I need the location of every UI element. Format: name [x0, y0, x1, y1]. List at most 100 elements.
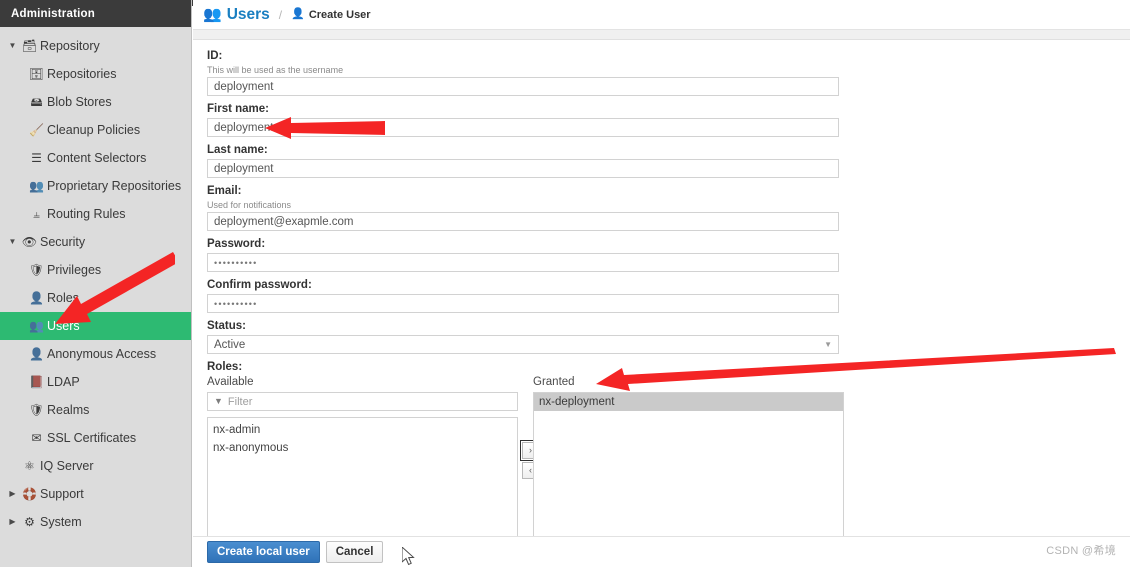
sidebar-item-realms[interactable]: 🛡 Realms [0, 396, 191, 424]
sidebar-item-label: Users [47, 319, 80, 333]
roles-filter-placeholder: Filter [227, 395, 253, 408]
sidebar-item-system[interactable]: ▶ ⚙ System [0, 508, 191, 536]
roles-label: Roles: [207, 361, 243, 373]
sidebar-item-blob-stores[interactable]: 🖴 Blob Stores [0, 88, 191, 116]
chevron-down-icon: ▼ [8, 237, 17, 246]
watermark: CSDN @希境 [1046, 545, 1116, 557]
form-fields: ID: This will be used as the username depl… [207, 50, 1130, 313]
chevron-right-icon: ▶ [9, 489, 16, 498]
funnel-icon: ▼ [214, 396, 223, 406]
sidebar-item-label: Blob Stores [47, 95, 112, 109]
list-item[interactable]: nx-deployment [534, 393, 843, 411]
form-footer: Create local user Cancel CSDN @希境 [193, 536, 1130, 567]
sidebar-item-label: IQ Server [40, 459, 94, 473]
field-input-password[interactable]: •••••••••• [207, 253, 839, 272]
field-label-4: Password: [207, 238, 266, 250]
sidebar-item-label: Privileges [47, 263, 102, 277]
privileges-icon: 🛡 [28, 263, 45, 277]
security-eye-icon: 👁 [21, 235, 38, 249]
granted-column: Granted nx-deployment [533, 376, 844, 562]
users-icon: 👥 [29, 319, 44, 333]
field-label-0: ID: [207, 50, 223, 62]
sidebar-item-label: Routing Rules [47, 207, 126, 221]
sidebar-item-label: SSL Certificates [47, 431, 137, 445]
field-input-id[interactable]: deployment [207, 77, 839, 96]
sidebar-item-label: Support [40, 487, 84, 501]
database-icon: 🗃 [21, 39, 38, 53]
breadcrumb-current: Create User [308, 8, 371, 21]
sidebar-item-proprietary-repositories[interactable]: 👥 Proprietary Repositories [0, 172, 191, 200]
sidebar-item-content-selectors[interactable]: ☰ Content Selectors [0, 144, 191, 172]
toolbar-strip [193, 30, 1130, 40]
sidebar-item-label: Cleanup Policies [47, 123, 141, 137]
sidebar-item-label: Roles [47, 291, 79, 305]
chevron-right-icon: ▶ [9, 517, 16, 526]
field-label-3: Email: [207, 185, 242, 197]
field-label-5: Confirm password: [207, 279, 312, 291]
sidebar-item-support[interactable]: ▶ 🛟 Support [0, 480, 191, 508]
create-user-icon: 👤 [291, 8, 305, 20]
sidebar-item-label: Repositories [47, 67, 117, 81]
list-item[interactable]: nx-admin [208, 421, 517, 439]
sidebar-item-repository[interactable]: ▼ 🗃 Repository [0, 32, 191, 60]
available-label: Available [207, 376, 254, 388]
sidebar-item-label: Anonymous Access [47, 347, 157, 361]
sidebar-item-label: System [40, 515, 82, 529]
create-local-user-button[interactable]: Create local user [207, 541, 320, 563]
create-user-form: ID: This will be used as the username depl… [193, 40, 1130, 567]
app-root: Administration ▼ 🗃 Repository 🗄 Repositories… [0, 0, 1130, 567]
cancel-button[interactable]: Cancel [325, 541, 384, 563]
sidebar-item-label: Proprietary Repositories [47, 179, 182, 193]
breadcrumb-separator: / [278, 7, 283, 22]
users-icon: 👥 [203, 6, 222, 23]
field-label-2: Last name: [207, 144, 268, 156]
granted-label: Granted [533, 376, 575, 388]
sidebar-item-repositories[interactable]: 🗄 Repositories [0, 60, 191, 88]
status-select[interactable]: Active ▼ [207, 335, 839, 354]
field-input-last-name[interactable]: deployment [207, 159, 839, 178]
field-hint-0: This will be used as the username [207, 65, 344, 75]
field-label-1: First name: [207, 103, 269, 115]
chevron-down-icon: ▼ [824, 339, 832, 349]
sidebar-item-roles[interactable]: 👤 Roles [0, 284, 191, 312]
available-column: Available ▼ Filter nx-admin nx-anonymous [207, 376, 518, 563]
content-panel: 👥 Users / 👤 Create User ID: This will be … [193, 0, 1130, 567]
sidebar: Administration ▼ 🗃 Repository 🗄 Repositories… [0, 0, 192, 567]
sidebar-item-routing-rules[interactable]: ⫨ Routing Rules [0, 200, 191, 228]
field-input-email[interactable]: deployment@exapmle.com [207, 212, 839, 231]
layers-icon: ☰ [31, 151, 42, 165]
roles-filter-input[interactable]: ▼ Filter [207, 392, 518, 411]
list-item[interactable]: nx-anonymous [208, 439, 517, 457]
sidebar-item-label: LDAP [47, 375, 80, 389]
field-input-first-name[interactable]: deployment [207, 118, 839, 137]
anonymous-user-icon: 👤 [29, 347, 44, 361]
sidebar-header: Administration [0, 0, 191, 27]
sidebar-item-anonymous-access[interactable]: 👤 Anonymous Access [0, 340, 191, 368]
broom-icon: 🧹 [29, 123, 44, 137]
status-value: Active [214, 338, 246, 351]
ldap-icon: 📕 [29, 375, 44, 389]
signpost-icon: ⫨ [33, 207, 40, 221]
sidebar-item-label: Content Selectors [47, 151, 147, 165]
sidebar-item-label: Repository [40, 39, 100, 53]
breadcrumb-title[interactable]: Users [227, 6, 270, 24]
sidebar-item-label: Security [40, 235, 86, 249]
sidebar-item-label: Realms [47, 403, 90, 417]
field-hint-3: Used for notifications [207, 200, 292, 210]
breadcrumb: 👥 Users / 👤 Create User [193, 0, 1130, 30]
sidebar-item-privileges[interactable]: 🛡 Privileges [0, 256, 191, 284]
roles-icon: 👤 [29, 291, 44, 305]
gear-icon: ⚙ [24, 515, 35, 529]
field-input-confirm-password[interactable]: •••••••••• [207, 294, 839, 313]
sidebar-item-ldap[interactable]: 📕 LDAP [0, 368, 191, 396]
repositories-icon: 🗄 [28, 67, 45, 81]
lifebuoy-icon: 🛟 [22, 487, 37, 501]
sidebar-item-ssl-certificates[interactable]: ✉ SSL Certificates [0, 424, 191, 452]
sidebar-item-users[interactable]: 👥 Users [0, 312, 191, 340]
sidebar-item-security[interactable]: ▼ 👁 Security [0, 228, 191, 256]
status-label: Status: [207, 320, 246, 332]
sidebar-item-cleanup-policies[interactable]: 🧹 Cleanup Policies [0, 116, 191, 144]
sidebar-item-iq-server[interactable]: ⚛ IQ Server [0, 452, 191, 480]
certificate-icon: ✉ [31, 431, 42, 445]
sidebar-nav: ▼ 🗃 Repository 🗄 Repositories 🖴 Blob Stores 🧹 Cl… [0, 27, 191, 536]
